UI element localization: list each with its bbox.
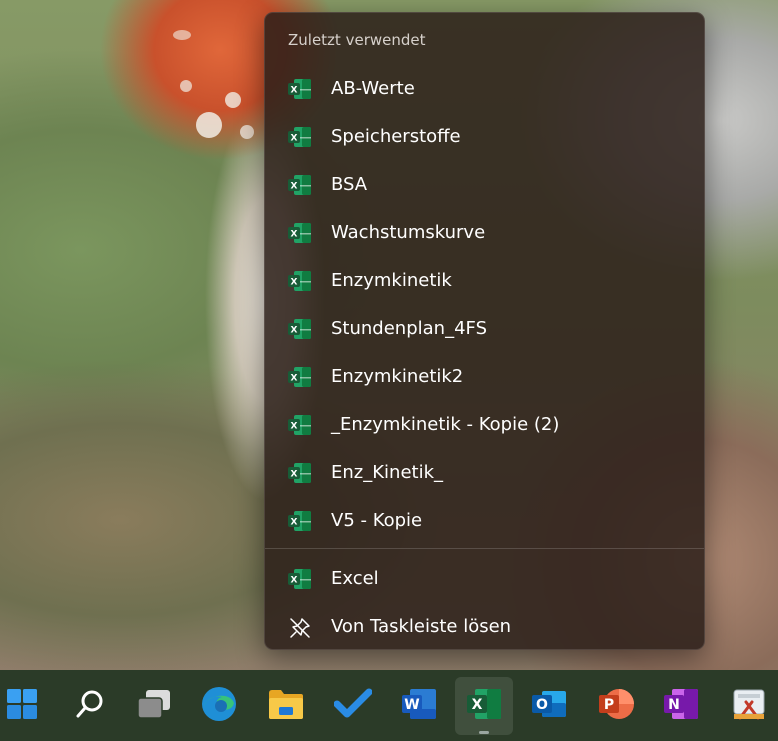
svg-text:X: X: [291, 86, 298, 96]
svg-text:X: X: [472, 697, 483, 713]
recent-file-item[interactable]: X Speicherstoffe: [271, 114, 698, 158]
svg-text:X: X: [291, 326, 298, 336]
excel-file-icon: X: [288, 126, 312, 152]
word-button[interactable]: W: [390, 677, 448, 735]
recent-file-label: Enzymkinetik2: [331, 365, 464, 387]
onenote-icon: N: [662, 687, 700, 725]
excel-file-icon: X: [288, 270, 312, 296]
svg-text:X: X: [291, 374, 298, 384]
svg-text:O: O: [536, 697, 548, 713]
search-icon: [74, 688, 106, 724]
recent-file-label: Enz_Kinetik_: [331, 461, 443, 483]
unpin-label: Von Taskleiste lösen: [331, 615, 512, 637]
recent-file-label: Wachstumskurve: [331, 221, 486, 243]
svg-text:X: X: [291, 518, 298, 528]
svg-text:X: X: [291, 470, 298, 480]
file-explorer-button[interactable]: [257, 677, 315, 735]
recent-file-label: BSA: [331, 173, 368, 195]
outlook-icon: O: [530, 687, 568, 725]
powerpoint-button[interactable]: P: [587, 677, 645, 735]
recent-file-item[interactable]: X Stundenplan_4FS: [271, 306, 698, 350]
recent-file-item[interactable]: X _Enzymkinetik - Kopie (2): [271, 402, 698, 446]
recent-file-item[interactable]: X Enzymkinetik: [271, 258, 698, 302]
excel-icon: X: [465, 687, 503, 725]
open-excel-item[interactable]: X Excel: [271, 556, 698, 600]
outlook-button[interactable]: O: [520, 677, 578, 735]
edge-button[interactable]: [190, 677, 248, 735]
excel-file-icon: X: [288, 78, 312, 104]
start-button[interactable]: [0, 677, 51, 735]
excel-file-icon: X: [288, 414, 312, 440]
edge-icon: [200, 685, 238, 727]
recent-section-header: Zuletzt verwendet: [288, 31, 426, 49]
open-excel-label: Excel: [331, 567, 379, 589]
task-view-icon: [136, 688, 172, 724]
recent-file-item[interactable]: X Wachstumskurve: [271, 210, 698, 254]
svg-text:X: X: [291, 134, 298, 144]
todo-button[interactable]: [324, 677, 382, 735]
svg-text:X: X: [291, 422, 298, 432]
folder-icon: [267, 687, 305, 725]
snipping-tool-icon: [730, 686, 768, 726]
recent-file-label: _Enzymkinetik - Kopie (2): [331, 413, 560, 435]
menu-divider: [265, 548, 704, 549]
recent-file-item[interactable]: X Enz_Kinetik_: [271, 450, 698, 494]
excel-file-icon: X: [288, 366, 312, 392]
search-button[interactable]: [61, 677, 119, 735]
recent-file-label: V5 - Kopie: [331, 509, 423, 531]
recent-file-item[interactable]: X BSA: [271, 162, 698, 206]
svg-text:X: X: [291, 182, 298, 192]
svg-text:N: N: [668, 697, 680, 713]
snipping-tool-button[interactable]: [720, 677, 778, 735]
recent-file-item[interactable]: X Enzymkinetik2: [271, 354, 698, 398]
running-indicator: [479, 731, 489, 734]
recent-file-label: Stundenplan_4FS: [331, 317, 487, 339]
excel-jump-list: Zuletzt verwendet X AB-Werte X Speichers…: [264, 12, 705, 650]
excel-file-icon: X: [288, 222, 312, 248]
word-icon: W: [400, 687, 438, 725]
onenote-button[interactable]: N: [652, 677, 710, 735]
excel-file-icon: X: [288, 510, 312, 536]
taskbar: W X O P N: [0, 670, 778, 741]
excel-file-icon: X: [288, 462, 312, 488]
svg-text:W: W: [404, 697, 419, 713]
excel-file-icon: X: [288, 174, 312, 200]
svg-text:X: X: [291, 278, 298, 288]
windows-logo-icon: [6, 688, 38, 724]
svg-text:X: X: [291, 230, 298, 240]
recent-file-label: Speicherstoffe: [331, 125, 461, 147]
excel-file-icon: X: [288, 318, 312, 344]
unpin-from-taskbar-item[interactable]: Von Taskleiste lösen: [271, 604, 698, 648]
recent-file-label: AB-Werte: [331, 77, 415, 99]
excel-button[interactable]: X: [455, 677, 513, 735]
recent-file-item[interactable]: X V5 - Kopie: [271, 498, 698, 542]
checkmark-icon: [333, 688, 373, 724]
powerpoint-icon: P: [597, 687, 635, 725]
svg-text:P: P: [604, 697, 614, 713]
excel-icon: X: [288, 568, 312, 594]
recent-file-item[interactable]: X AB-Werte: [271, 66, 698, 110]
unpin-icon: [288, 616, 312, 644]
task-view-button[interactable]: [125, 677, 183, 735]
recent-file-label: Enzymkinetik: [331, 269, 452, 291]
svg-text:X: X: [291, 576, 298, 586]
